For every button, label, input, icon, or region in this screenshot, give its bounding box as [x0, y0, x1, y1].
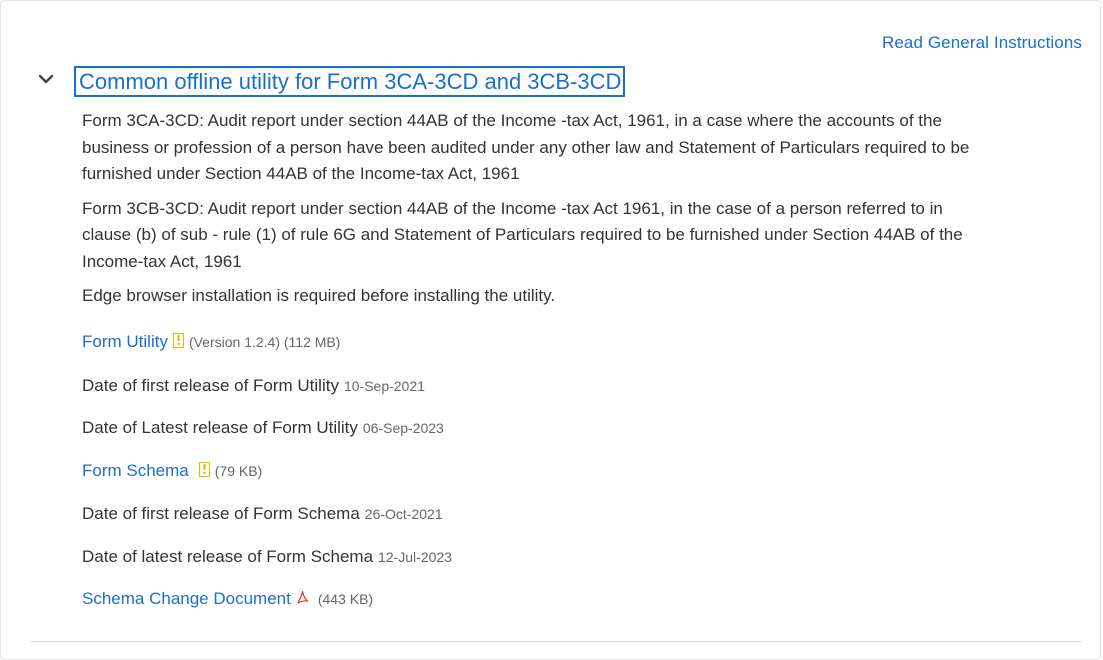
schema-change-document-link[interactable]: Schema Change Document: [82, 589, 291, 609]
form-schema-meta: (79 KB): [214, 463, 263, 479]
utility-latest-release-label: Date of Latest release of Form Utility: [82, 418, 358, 437]
utility-first-release-label: Date of first release of Form Utility: [82, 376, 339, 395]
schema-first-release-row: Date of first release of Form Schema 26-…: [82, 504, 443, 524]
section-title[interactable]: Common offline utility for Form 3CA-3CD …: [74, 66, 626, 97]
schema-change-doc-row: Schema Change Document (443 KB): [82, 589, 373, 609]
zip-file-icon: [172, 333, 184, 348]
schema-latest-release-label: Date of latest release of Form Schema: [82, 547, 374, 566]
schema-first-release-label: Date of first release of Form Schema: [82, 504, 360, 523]
read-general-instructions-link[interactable]: Read General Instructions: [882, 33, 1082, 53]
section-description: Form 3CA-3CD: Audit report under section…: [82, 108, 982, 318]
edge-browser-note: Edge browser installation is required be…: [82, 286, 556, 305]
form-utility-row: Form Utility (Version 1.2.4) (112 MB): [82, 332, 340, 352]
form-schema-row: Form Schema (79 KB): [82, 461, 262, 481]
schema-latest-release-row: Date of latest release of Form Schema 12…: [82, 547, 452, 567]
schema-latest-release-date: 12-Jul-2023: [378, 549, 452, 565]
form-3ca-3cd-description: Form 3CA-3CD: Audit report under section…: [82, 111, 970, 183]
utility-latest-release-date: 06-Sep-2023: [362, 420, 444, 436]
zip-file-icon: [198, 462, 210, 477]
form-3cb-3cd-description: Form 3CB-3CD: Audit report under section…: [82, 198, 963, 271]
divider: [30, 641, 1082, 642]
form-utility-link[interactable]: Form Utility: [82, 332, 168, 352]
utility-latest-release-row: Date of Latest release of Form Utility 0…: [82, 418, 444, 438]
utility-first-release-date: 10-Sep-2021: [343, 378, 425, 394]
section-title-text: Common offline utility for Form 3CA-3CD …: [79, 68, 622, 94]
chevron-down-icon[interactable]: [37, 70, 55, 88]
schema-first-release-date: 26-Oct-2021: [364, 506, 443, 522]
form-schema-link[interactable]: Form Schema: [82, 461, 189, 481]
form-utility-meta: (Version 1.2.4) (112 MB): [188, 334, 341, 350]
schema-change-document-meta: (443 KB): [317, 591, 374, 607]
utility-first-release-row: Date of first release of Form Utility 10…: [82, 376, 425, 396]
pdf-file-icon: [297, 590, 308, 604]
